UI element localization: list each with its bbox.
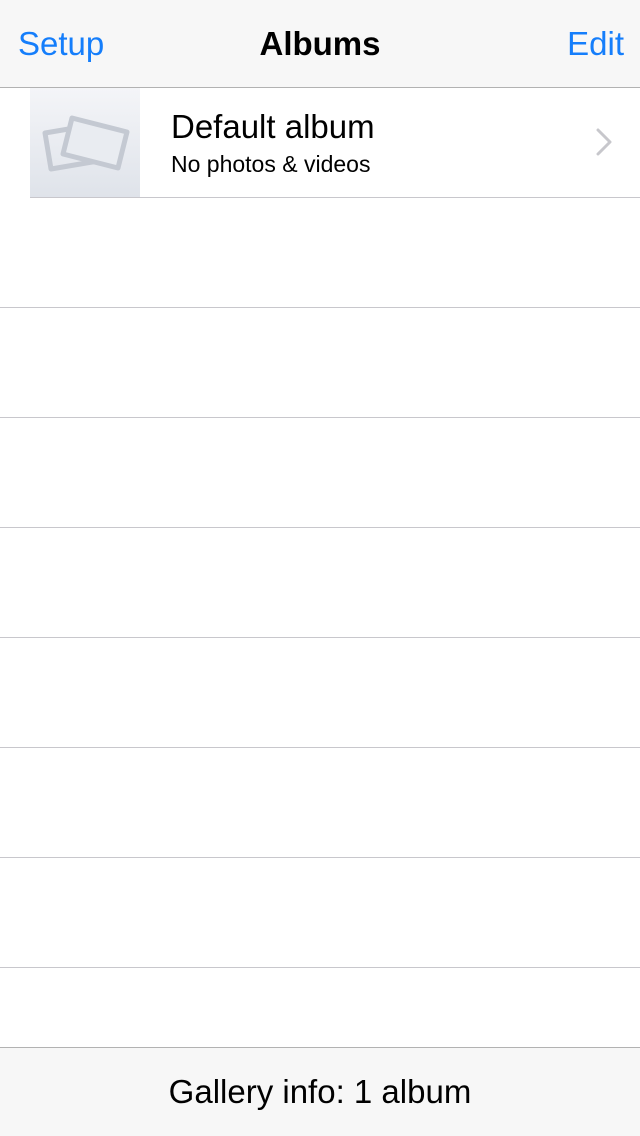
navigation-bar: Setup Albums Edit: [0, 0, 640, 88]
chevron-right-icon: [596, 128, 612, 156]
edit-button[interactable]: Edit: [567, 0, 624, 88]
album-title: Default album: [171, 108, 375, 145]
empty-list-row: [0, 308, 640, 418]
album-row-default[interactable]: Default album No photos & videos: [0, 88, 640, 198]
photo-placeholder-icon: [42, 115, 130, 172]
empty-list-row: [0, 198, 640, 308]
gallery-info-label: Gallery info: 1 album: [168, 1073, 472, 1110]
empty-list-row: [0, 638, 640, 748]
album-thumbnail: [30, 88, 140, 197]
album-subtitle: No photos & videos: [171, 151, 371, 177]
empty-list-row: [0, 748, 640, 858]
empty-list-row: [0, 858, 640, 968]
empty-list-row: [0, 528, 640, 638]
album-list: Default album No photos & videos: [0, 88, 640, 1047]
albums-screen: Setup Albums Edit Default album No photo…: [0, 0, 640, 1136]
bottom-toolbar: Gallery info: 1 album: [0, 1047, 640, 1136]
page-title: Albums: [259, 25, 381, 62]
empty-list-row: [0, 418, 640, 528]
